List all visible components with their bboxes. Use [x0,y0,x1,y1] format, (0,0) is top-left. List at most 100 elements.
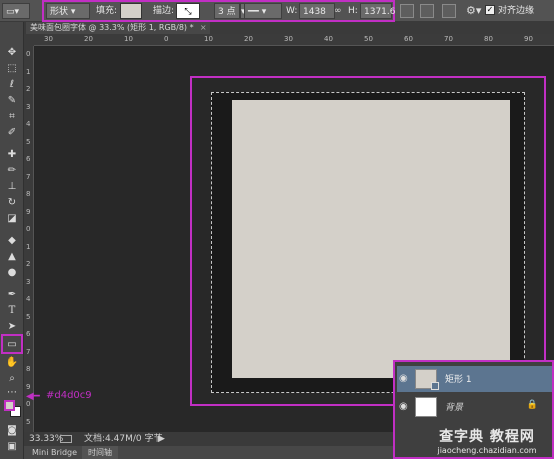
ruler-tick-label: 10 [204,35,213,43]
ruler-tick-label: 1 [26,67,31,76]
more-tools-icon[interactable]: ⋯ [5,386,19,399]
ruler-tick-label: 6 [26,155,31,163]
gear-icon[interactable]: ⚙▾ [466,3,481,19]
ruler-tick-label: 8 [26,190,31,198]
ruler-tick-label: 9 [26,382,31,391]
tab-mini-bridge[interactable]: Mini Bridge [26,446,83,459]
ruler-tick-label: 40 [324,35,333,43]
lasso-tool-icon[interactable]: ℓ [5,78,19,91]
layer-name: 矩形 1 [445,375,472,385]
ruler-tick-label: 3 [26,277,31,286]
h-label: H: [348,6,358,16]
align-edges-label: 对齐边缘 [498,6,535,16]
eyedropper-tool-icon[interactable]: ✐ [5,126,19,139]
crop-tool-icon[interactable]: ⌗ [5,110,19,123]
zoom-tool-icon[interactable]: ⌕ [5,372,19,385]
ruler-tick-label: 20 [244,35,253,43]
toolbox: ✥ ⬚ ℓ ✎ ⌗ ✐ ✚ ✏ ⊥ ↻ ◪ ◆ ▲ ● ✒ T ➤ ▭ ✋ ⌕ … [0,22,24,459]
stroke-label: 描边: [153,6,175,16]
type-tool-icon[interactable]: T [5,304,19,317]
ruler-tick-label: 0 [26,50,31,58]
status-arrow-icon[interactable]: ▶ [158,432,165,446]
color-arrow-icon: ◀━ [26,391,40,402]
screen-mode-icon[interactable]: ▣ [5,440,19,453]
ruler-tick-label: 90 [524,35,533,43]
tool-preset-picker[interactable]: ▭▾ [2,3,30,19]
ruler-tick-label: 5 [26,312,31,321]
ruler-tick-label: 5 [26,137,31,146]
lock-icon: 🔒 [526,400,538,410]
stroke-swatch[interactable]: ⤡ [176,3,200,19]
blur-tool-icon[interactable]: ▲ [5,250,19,263]
visibility-eye-icon[interactable]: ◉ [399,401,411,413]
rectangle-tool-icon[interactable]: ▭ [5,338,19,351]
ruler-tick-label: 6 [26,330,31,338]
marquee-tool-icon[interactable]: ⬚ [5,62,19,75]
ruler-tick-label: 60 [404,35,413,43]
ruler-tick-label: 4 [26,120,31,128]
options-bar: ▭▾ 形状 ▾ 填充: 描边: ⤡ 3 点 ▾ ━━ ▾ W: 1438 像 ∞… [0,0,554,33]
ruler-tick-label: 10 [124,35,133,43]
path-select-tool-icon[interactable]: ➤ [5,320,19,333]
horizontal-ruler[interactable]: 30 20 10 0 10 20 30 40 50 60 70 80 90 [34,34,554,46]
height-input[interactable]: 1371.6 [360,3,396,19]
status-menu-icon[interactable] [60,435,72,443]
eraser-tool-icon[interactable]: ◪ [5,212,19,225]
watermark: 查字典 教程网 jiaocheng.chazidian.com [420,426,554,459]
stroke-size-input[interactable]: 3 点 [214,3,240,19]
path-alignment-icon[interactable] [420,4,434,18]
ruler-tick-label: 1 [26,242,31,251]
ruler-tick-label: 4 [26,295,31,303]
quick-select-tool-icon[interactable]: ✎ [5,94,19,107]
foreground-color-swatch[interactable] [4,400,15,411]
ruler-tick-label: 9 [26,207,31,216]
layer-row[interactable]: ◉ 矩形 1 [397,366,552,392]
link-icon[interactable]: ∞ [334,3,342,19]
pen-tool-icon[interactable]: ✒ [5,288,19,301]
ruler-tick-label: 0 [164,35,169,43]
move-tool-icon[interactable]: ✥ [5,46,19,59]
ruler-tick-label: 20 [84,35,93,43]
hand-tool-icon[interactable]: ✋ [5,356,19,369]
paint-bucket-tool-icon[interactable]: ◆ [5,234,19,247]
rectangle-shape[interactable] [232,100,510,378]
stroke-type-select[interactable]: ━━ ▾ [244,3,282,19]
history-brush-tool-icon[interactable]: ↻ [5,196,19,209]
ruler-tick-label: 7 [26,172,31,181]
tab-timeline[interactable]: 时间轴 [82,446,118,459]
ruler-tick-label: 70 [444,35,453,43]
zoom-level[interactable]: 33.33% [29,432,63,446]
ruler-tick-label: 50 [364,35,373,43]
dodge-tool-icon[interactable]: ● [5,266,19,279]
ruler-tick-label: 8 [26,365,31,373]
watermark-title: 查字典 教程网 [439,429,535,445]
vertical-ruler[interactable]: 0123456789012345678905 [24,46,34,432]
clone-stamp-tool-icon[interactable]: ⊥ [5,180,19,193]
ruler-tick-label: 30 [44,35,53,43]
layer-name: 背景 [445,403,464,413]
ruler-tick-label: 3 [26,102,31,111]
w-label: W: [286,6,298,16]
ruler-origin[interactable] [24,34,34,46]
align-edges-checkbox[interactable]: ✓ [485,5,495,15]
width-input[interactable]: 1438 像 [299,3,335,33]
ruler-tick-label: 2 [26,260,31,268]
healing-brush-tool-icon[interactable]: ✚ [5,148,19,161]
quick-mask-icon[interactable]: ◙ [5,424,19,437]
layer-row[interactable]: ◉ 背景 🔒 [397,394,552,420]
color-code-annotation: #d4d0c9 [46,390,92,401]
mode-select[interactable]: 形状 ▾ [46,3,90,19]
ruler-tick-label: 30 [284,35,293,43]
ruler-tick-label: 5 [26,417,31,426]
path-operations-icon[interactable] [400,4,414,18]
watermark-url: jiaocheng.chazidian.com [437,446,537,455]
document-info: 文档:4.47M/0 字节 [84,434,163,444]
mode-value: 形状 [50,7,69,17]
visibility-eye-icon[interactable]: ◉ [399,373,411,385]
close-icon[interactable]: × [200,22,207,34]
fill-label: 填充: [96,6,118,16]
document-tab[interactable]: 美味面包圈字体 @ 33.3% (矩形 1, RGB/8) * × [26,22,210,34]
path-arrangement-icon[interactable] [442,4,456,18]
brush-tool-icon[interactable]: ✏ [5,164,19,177]
fill-swatch[interactable] [120,3,142,19]
